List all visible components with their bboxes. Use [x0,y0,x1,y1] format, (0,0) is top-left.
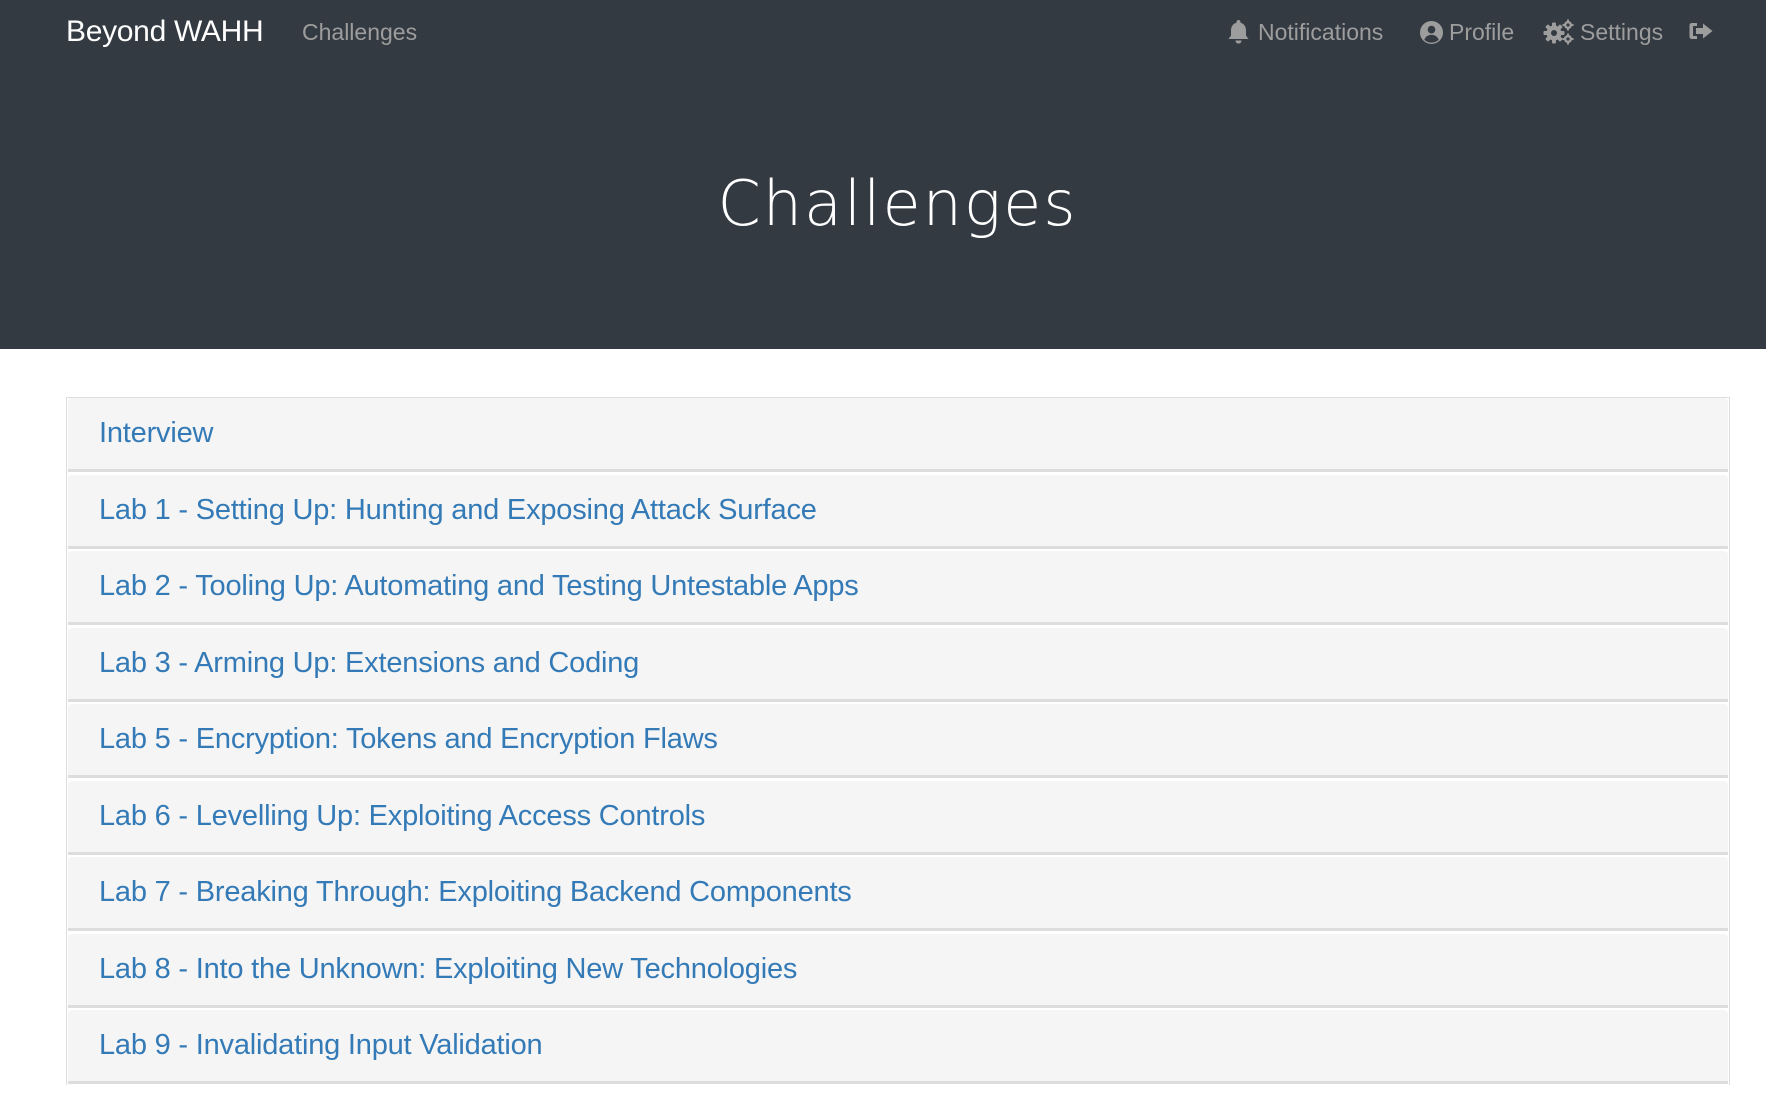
challenge-item[interactable]: Lab 3 - Arming Up: Extensions and Coding [68,628,1728,702]
user-circle-icon [1420,20,1443,44]
nav-settings[interactable]: Settings [1543,17,1663,47]
nav-profile-label: Profile [1449,19,1515,45]
sign-out-icon [1689,23,1713,39]
challenge-link[interactable]: Lab 6 - Levelling Up: Exploiting Access … [99,800,705,833]
nav-profile[interactable]: Profile [1420,17,1514,47]
challenge-item[interactable]: Lab 7 - Breaking Through: Exploiting Bac… [68,857,1728,931]
gears-icon [1543,19,1574,45]
nav-challenges[interactable]: Challenges [302,17,417,47]
challenge-item[interactable]: Lab 1 - Setting Up: Hunting and Exposing… [68,475,1728,549]
challenge-link[interactable]: Lab 7 - Breaking Through: Exploiting Bac… [99,876,852,909]
bell-icon [1228,20,1249,44]
challenge-link[interactable]: Lab 9 - Invalidating Input Validation [99,1029,543,1062]
navbar: Beyond WAHH Challenges Notifications Pro… [0,0,1766,64]
challenge-item[interactable]: Lab 9 - Invalidating Input Validation [68,1010,1728,1084]
challenge-link[interactable]: Interview [99,417,213,450]
nav-challenges-label: Challenges [302,19,418,45]
challenge-item[interactable]: Interview [68,398,1728,472]
challenge-item[interactable]: Lab 6 - Levelling Up: Exploiting Access … [68,781,1728,855]
page-header: Beyond WAHH Challenges Notifications Pro… [0,0,1766,349]
challenge-link[interactable]: Lab 1 - Setting Up: Hunting and Exposing… [99,494,817,527]
nav-notifications-label: Notifications [1258,19,1384,45]
challenge-item[interactable]: Lab 2 - Tooling Up: Automating and Testi… [68,551,1728,625]
challenge-link[interactable]: Lab 2 - Tooling Up: Automating and Testi… [99,570,859,603]
nav-notifications[interactable]: Notifications [1227,17,1383,47]
challenge-item[interactable]: Lab 8 - Into the Unknown: Exploiting New… [68,934,1728,1008]
logout-button[interactable] [1688,21,1714,41]
challenge-list: Interview Lab 1 - Setting Up: Hunting an… [66,397,1730,1085]
challenge-link[interactable]: Lab 3 - Arming Up: Extensions and Coding [99,647,639,680]
page-title: Challenges [717,167,1078,240]
challenge-link[interactable]: Lab 8 - Into the Unknown: Exploiting New… [99,953,797,986]
challenge-item[interactable]: Lab 5 - Encryption: Tokens and Encryptio… [68,704,1728,778]
challenge-link[interactable]: Lab 5 - Encryption: Tokens and Encryptio… [99,723,718,756]
nav-settings-label: Settings [1580,19,1664,45]
brand-link[interactable]: Beyond WAHH [66,13,264,51]
